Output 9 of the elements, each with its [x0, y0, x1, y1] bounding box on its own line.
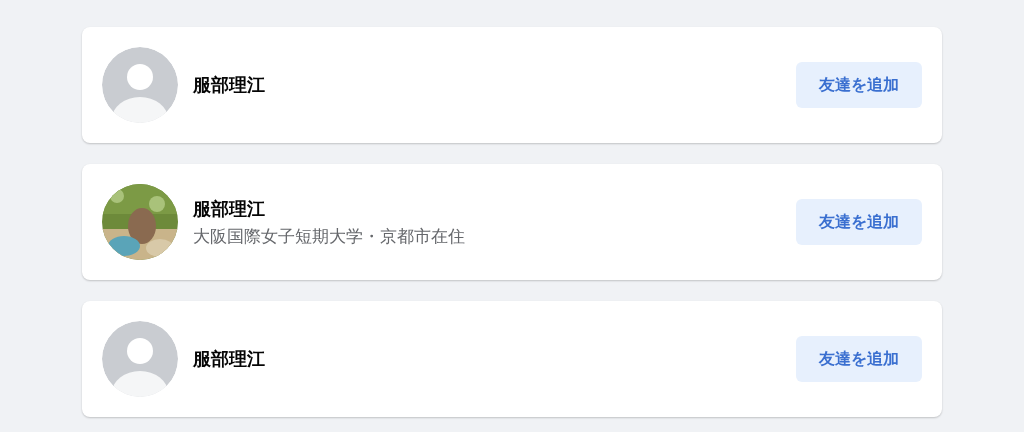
default-avatar-icon — [102, 47, 178, 123]
person-subtitle: 大阪国際女子短期大学・京都市在住 — [193, 224, 466, 248]
default-avatar-icon — [102, 321, 178, 397]
add-friend-button[interactable]: 友達を追加 — [796, 62, 922, 108]
add-friend-button[interactable]: 友達を追加 — [796, 336, 922, 382]
person-name: 服部理江 — [193, 196, 266, 221]
person-name: 服部理江 — [193, 347, 266, 371]
add-friend-button[interactable]: 友達を追加 — [796, 199, 922, 245]
person-name: 服部理江 — [193, 73, 266, 97]
